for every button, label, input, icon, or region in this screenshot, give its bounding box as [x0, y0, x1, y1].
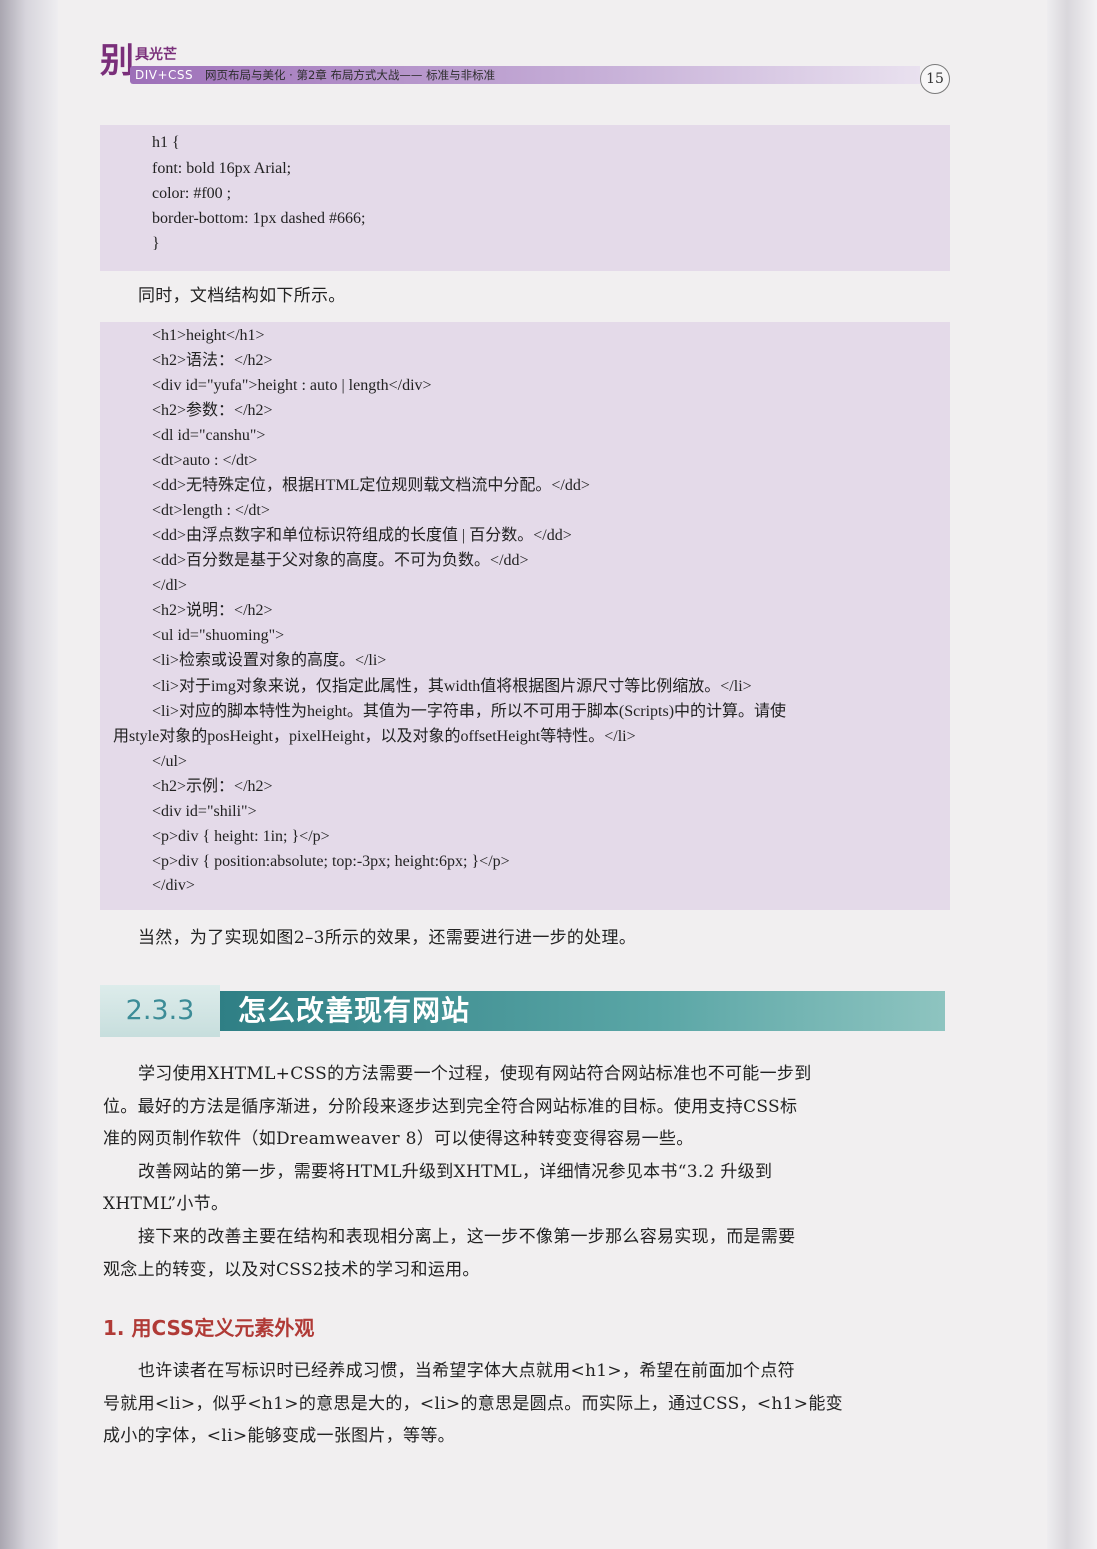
sub-line: 号就用<li>，似乎<h1>的意思是大的，<li>的意思是圆点。而实际上，通过C… [103, 1394, 843, 1414]
after-code-paragraph: 当然，为了实现如图2–3所示的效果，还需要进行进一步的处理。 [138, 928, 637, 948]
code-line: <h2>说明：</h2> [152, 602, 273, 619]
code-line: </ul> [152, 753, 187, 770]
code-line: <div id="yufa">height : auto | length</d… [152, 377, 432, 394]
code-line: border-bottom: 1px dashed #666; [152, 210, 366, 227]
body-line: 学习使用XHTML+CSS的方法需要一个过程，使现有网站符合网站标准也不可能一步… [138, 1064, 812, 1084]
running-header-chapter: 网页布局与美化 · 第2章 布局方式大战—— 标准与非标准 [205, 68, 496, 82]
intro-paragraph: 同时，文档结构如下所示。 [138, 286, 346, 306]
code-line: font: bold 16px Arial; [152, 160, 292, 177]
running-header-book: DIV+CSS [135, 68, 194, 82]
code-line: <ul id="shuoming"> [152, 627, 285, 644]
section-title: 怎么改善现有网站 [238, 994, 471, 1027]
code-line: </dl> [152, 577, 187, 594]
code-line: <li>对应的脚本特性为height。其值为一字符串，所以不可用于脚本(Scri… [152, 703, 787, 720]
book-gutter [0, 0, 58, 1549]
sub-line: 成小的字体，<li>能够变成一张图片，等等。 [103, 1426, 455, 1446]
body-line: 观念上的转变，以及对CSS2技术的学习和运用。 [103, 1260, 480, 1280]
code-line: } [152, 235, 160, 252]
section-number: 2.3.3 [125, 995, 195, 1026]
code-line: 用style对象的posHeight，pixelHeight，以及对象的offs… [113, 728, 636, 745]
body-line: 改善网站的第一步，需要将HTML升级到XHTML，详细情况参见本书“3.2 升级… [138, 1162, 773, 1182]
code-line: <p>div { height: 1in; }</p> [152, 828, 330, 845]
code-line: <dl id="canshu"> [152, 427, 266, 444]
code-line: <dt>length : </dt> [152, 502, 270, 519]
code-line: <h2>语法：</h2> [152, 352, 273, 369]
code-line: h1 { [152, 134, 180, 151]
body-line: XHTML”小节。 [103, 1194, 229, 1214]
code-line: <li>检索或设置对象的高度。</li> [152, 652, 387, 669]
page-edge [1047, 0, 1097, 1549]
body-line: 准的网页制作软件（如Dreamweaver 8）可以使得这种转变变得容易一些。 [103, 1129, 694, 1149]
code-line: <dd>无特殊定位，根据HTML定位规则载文档流中分配。</dd> [152, 477, 590, 494]
code-line: <div id="shili"> [152, 803, 257, 820]
subsection-title: 1. 用CSS定义元素外观 [103, 1316, 315, 1340]
code-line: <h2>示例：</h2> [152, 778, 273, 795]
code-line: <dd>由浮点数字和单位标识符组成的长度值 | 百分数。</dd> [152, 527, 572, 544]
series-logo-sub: 具光芒 [135, 47, 177, 63]
body-line: 接下来的改善主要在结构和表现相分离上，这一步不像第一步那么容易实现，而是需要 [138, 1227, 796, 1247]
code-line: <h1>height</h1> [152, 327, 265, 344]
body-line: 位。最好的方法是循序渐进，分阶段来逐步达到完全符合网站标准的目标。使用支持CSS… [103, 1097, 798, 1117]
page-number: 15 [920, 64, 950, 94]
sub-line: 也许读者在写标识时已经养成习惯，当希望字体大点就用<h1>，希望在前面加个点符 [138, 1361, 795, 1381]
code-line: <dt>auto : </dt> [152, 452, 258, 469]
section-heading: 2.3.3 怎么改善现有网站 [100, 985, 945, 1037]
code-line: <li>对于img对象来说，仅指定此属性，其width值将根据图片源尺寸等比例缩… [152, 678, 752, 695]
scanned-page: 别 具光芒 DIV+CSS 网页布局与美化 · 第2章 布局方式大战—— 标准与… [0, 0, 1097, 1549]
series-logo: 别 [100, 41, 134, 81]
code-line: <p>div { position:absolute; top:-3px; he… [152, 853, 510, 870]
code-line: <h2>参数：</h2> [152, 402, 273, 419]
code-line: color: #f00 ; [152, 185, 232, 202]
code-line: </div> [152, 877, 195, 894]
code-line: <dd>百分数是基于父对象的高度。不可为负数。</dd> [152, 552, 529, 569]
